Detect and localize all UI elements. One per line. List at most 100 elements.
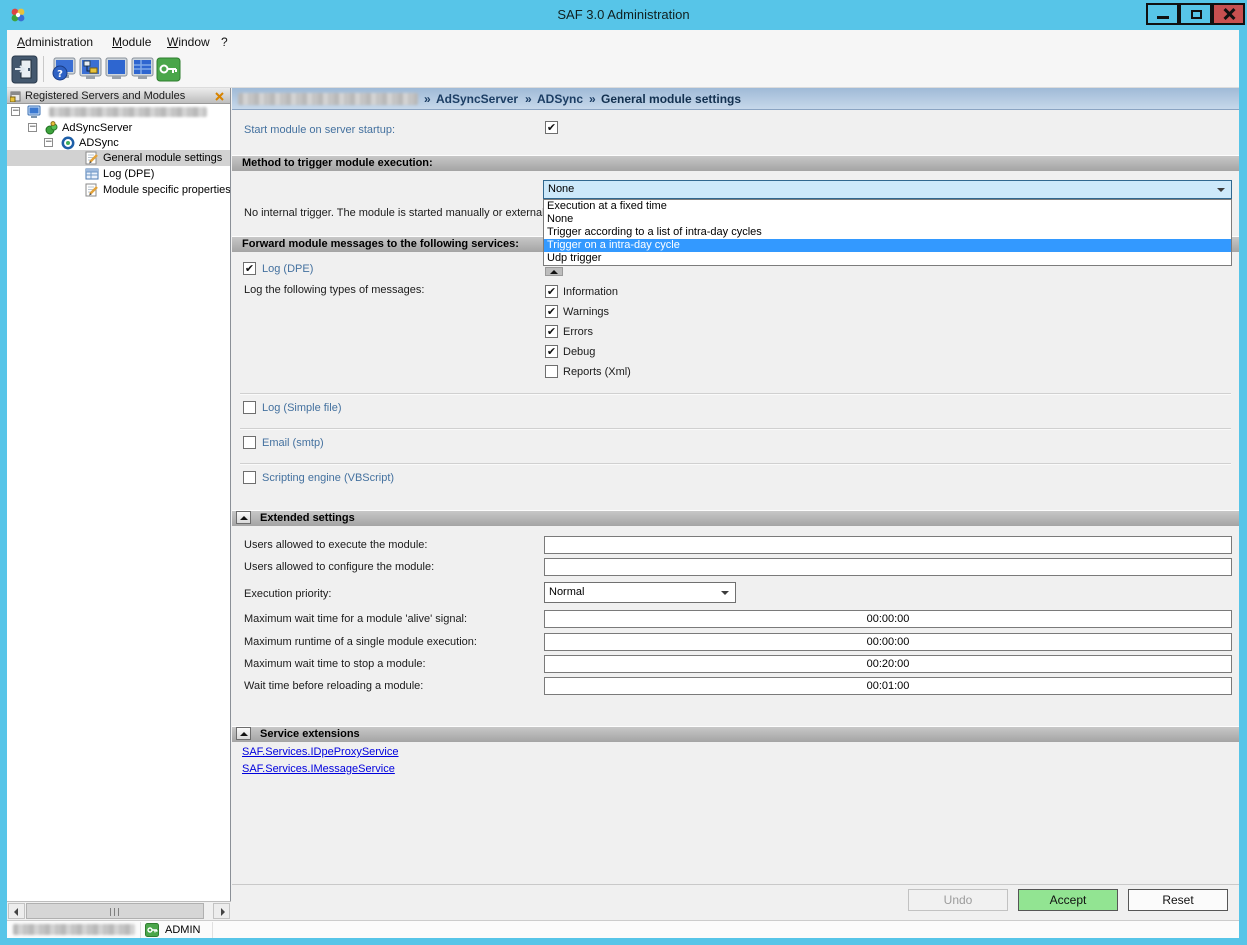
breadcrumb-adsync[interactable]: ADSync <box>537 92 583 106</box>
accept-button[interactable]: Accept <box>1018 889 1118 911</box>
errors-label: Errors <box>563 326 593 338</box>
dropdown-option[interactable]: Udp trigger <box>544 252 1231 265</box>
settings-panel: » AdSyncServer » ADSync » General module… <box>232 88 1239 919</box>
email-smtp-checkbox[interactable] <box>243 436 256 449</box>
log-simple-file-checkbox[interactable] <box>243 401 256 414</box>
tree-node-label: AdSyncServer <box>62 120 132 136</box>
computer-icon <box>27 105 41 119</box>
collapse-icon[interactable]: − <box>44 138 53 147</box>
scroll-left-button[interactable] <box>8 903 25 919</box>
settings-page-icon <box>85 151 99 165</box>
collapse-icon[interactable]: − <box>28 123 37 132</box>
minimize-button[interactable] <box>1146 3 1179 25</box>
arrow-up-icon <box>550 270 558 274</box>
breadcrumb-current-page: General module settings <box>601 92 741 106</box>
log-simple-file-label[interactable]: Log (Simple file) <box>262 402 341 414</box>
log-types-label: Log the following types of messages: <box>244 284 424 296</box>
information-checkbox[interactable]: ✔ <box>545 285 558 298</box>
close-button[interactable] <box>1212 3 1245 25</box>
arrow-up-icon <box>240 516 248 520</box>
tree-row-adsyncserver[interactable]: − AdSyncServer <box>7 120 231 136</box>
collapse-extended-button[interactable] <box>236 511 251 524</box>
email-smtp-label[interactable]: Email (smtp) <box>262 437 324 449</box>
tree-panel: Registered Servers and Modules − − <box>7 88 231 901</box>
collapse-service-extensions-button[interactable] <box>236 727 251 740</box>
tree-row-general-settings[interactable]: General module settings <box>7 150 231 166</box>
breadcrumb-separator: » <box>424 92 431 106</box>
tree-node-label: ADSync <box>79 135 119 151</box>
help-icon: ? <box>51 55 78 84</box>
chevron-down-icon <box>1217 188 1225 192</box>
tree-row-log-dpe[interactable]: Log (DPE) <box>7 166 231 182</box>
admin-mode-label: ADMIN <box>165 924 200 936</box>
trigger-section-header: Method to trigger module execution: <box>232 155 1239 171</box>
idpeproxyservice-link[interactable]: SAF.Services.IDpeProxyService <box>242 746 399 758</box>
arrow-right-icon <box>221 908 225 916</box>
wait-reload-input[interactable] <box>544 677 1232 695</box>
app-window: SAF 3.0 Administration Administration Mo… <box>0 0 1247 945</box>
errors-checkbox[interactable]: ✔ <box>545 325 558 338</box>
status-divider <box>140 922 141 938</box>
scripting-engine-label[interactable]: Scripting engine (VBScript) <box>262 472 394 484</box>
grid-icon <box>129 55 156 84</box>
breadcrumb-separator: » <box>589 92 596 106</box>
settings-page-icon <box>85 183 99 197</box>
breadcrumb: » AdSyncServer » ADSync » General module… <box>232 88 1239 110</box>
minimize-icon <box>1157 16 1169 19</box>
tree-node-label: Log (DPE) <box>103 166 154 182</box>
menu-window[interactable]: Window <box>163 33 214 51</box>
breadcrumb-adsyncserver[interactable]: AdSyncServer <box>436 92 518 106</box>
tree-close-icon[interactable] <box>214 91 225 102</box>
undo-button[interactable]: Undo <box>908 889 1008 911</box>
scripting-engine-checkbox[interactable] <box>243 471 256 484</box>
debug-checkbox[interactable]: ✔ <box>545 345 558 358</box>
dropdown-option[interactable]: Execution at a fixed time <box>544 200 1231 213</box>
admin-key-button[interactable] <box>155 55 182 84</box>
exit-button[interactable] <box>11 55 38 84</box>
max-wait-alive-input[interactable] <box>544 610 1232 628</box>
warnings-checkbox[interactable]: ✔ <box>545 305 558 318</box>
collapse-icon[interactable]: − <box>11 107 20 116</box>
service-extensions-header: Service extensions <box>232 726 1239 742</box>
imessageservice-link[interactable]: SAF.Services.IMessageService <box>242 763 395 775</box>
servers-view-button[interactable] <box>77 55 104 84</box>
maximize-button[interactable] <box>1179 3 1212 25</box>
trigger-method-combobox[interactable]: None <box>543 180 1232 199</box>
maximize-icon <box>1191 10 1202 19</box>
reports-xml-label: Reports (Xml) <box>563 366 631 378</box>
max-wait-alive-label: Maximum wait time for a module 'alive' s… <box>244 613 467 625</box>
execution-priority-value: Normal <box>549 586 584 598</box>
dropdown-option-highlighted[interactable]: Trigger on a intra-day cycle <box>544 239 1231 252</box>
execution-priority-combobox[interactable]: Normal <box>544 582 736 603</box>
svg-text:?: ? <box>57 69 63 80</box>
redacted-server-name <box>49 107 207 117</box>
tree-row-module-properties[interactable]: Module specific properties <box>7 182 231 198</box>
start-module-checkbox[interactable]: ✔ <box>545 121 558 134</box>
menu-administration[interactable]: Administration <box>13 33 97 51</box>
execution-priority-label: Execution priority: <box>244 588 331 600</box>
tree-panel-header: Registered Servers and Modules <box>7 88 231 104</box>
monitor-view-button[interactable] <box>103 55 130 84</box>
client-area: Administration Module Window ? <box>7 30 1239 938</box>
dropdown-option[interactable]: Trigger according to a list of intra-day… <box>544 226 1231 239</box>
log-dpe-checkbox[interactable]: ✔ <box>243 262 256 275</box>
menu-module[interactable]: Module <box>108 33 155 51</box>
scrollbar-thumb[interactable] <box>26 903 204 919</box>
log-dpe-label[interactable]: Log (DPE) <box>262 263 313 275</box>
max-runtime-input[interactable] <box>544 633 1232 651</box>
users-execute-input[interactable] <box>544 536 1232 554</box>
tree-row-server[interactable]: − <box>7 104 231 120</box>
reports-xml-checkbox[interactable] <box>545 365 558 378</box>
dropdown-option[interactable]: None <box>544 213 1231 226</box>
grid-view-button[interactable] <box>129 55 156 84</box>
scroll-up-button[interactable] <box>545 267 563 276</box>
scroll-right-button[interactable] <box>213 903 230 919</box>
users-configure-input[interactable] <box>544 558 1232 576</box>
help-button[interactable]: ? <box>51 55 78 84</box>
max-runtime-label: Maximum runtime of a single module execu… <box>244 636 477 648</box>
tree-row-adsync[interactable]: − ADSync <box>7 135 231 151</box>
max-wait-stop-input[interactable] <box>544 655 1232 673</box>
tree-node-label: General module settings <box>103 150 222 166</box>
menu-help[interactable]: ? <box>217 33 232 51</box>
reset-button[interactable]: Reset <box>1128 889 1228 911</box>
